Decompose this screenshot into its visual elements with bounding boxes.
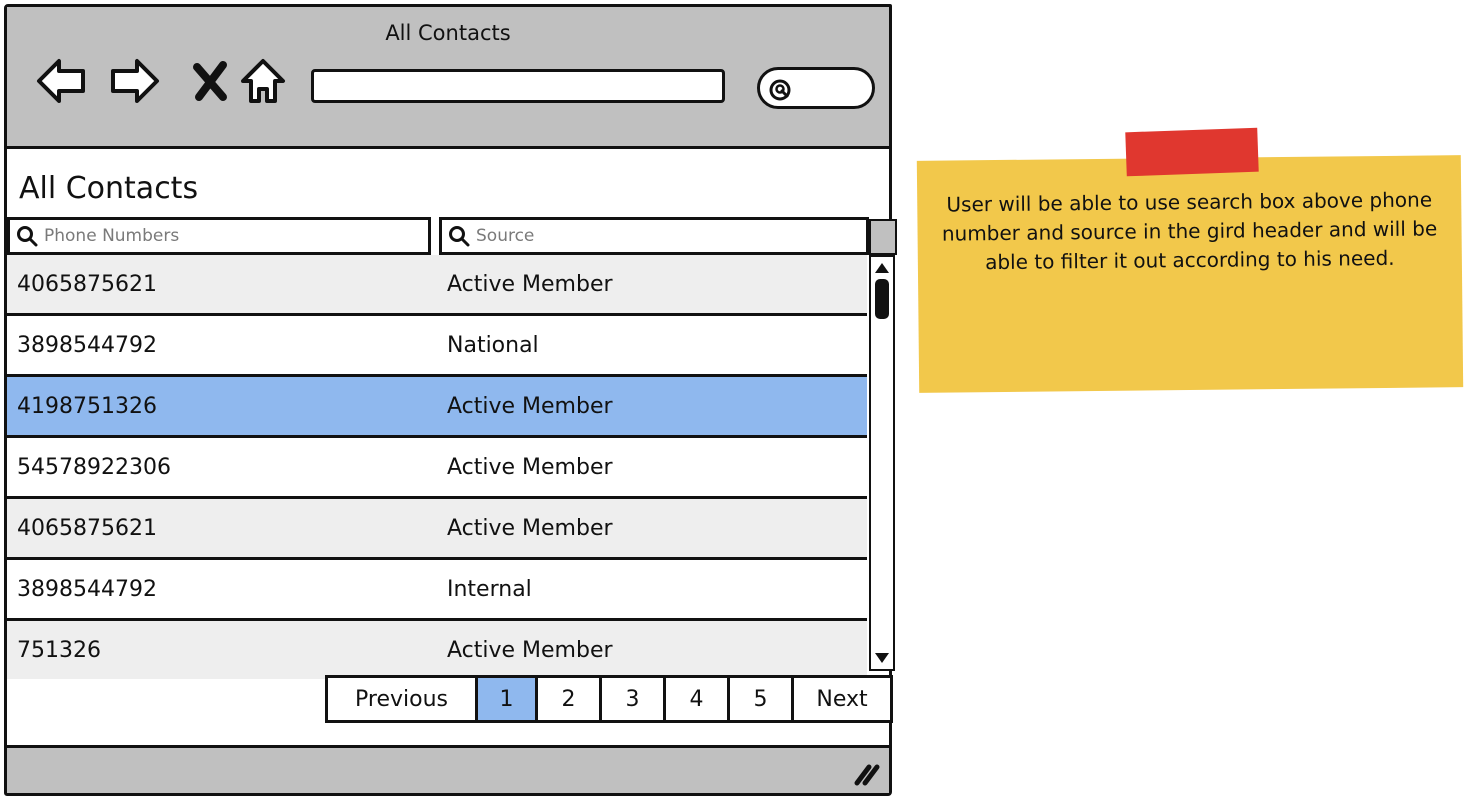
source-cell: Active Member: [447, 454, 613, 480]
table-row[interactable]: 751326 Active Member: [7, 621, 867, 679]
page-button-1[interactable]: 1: [478, 678, 538, 720]
next-page-button[interactable]: Next: [794, 678, 890, 720]
grid-scrollbar[interactable]: [869, 255, 895, 671]
page-button-5[interactable]: 5: [730, 678, 794, 720]
previous-page-button[interactable]: Previous: [328, 678, 478, 720]
grid-rows: 4065875621 Active Member 3898544792 Nati…: [7, 255, 867, 679]
tape-strip: [1125, 127, 1259, 177]
browser-toolbar: All Contacts: [7, 7, 889, 149]
source-cell: Active Member: [447, 515, 613, 541]
pagination: Previous 1 2 3 4 5 Next: [325, 675, 893, 723]
table-row[interactable]: 54578922306 Active Member: [7, 438, 867, 499]
table-row[interactable]: 3898544792 Internal: [7, 560, 867, 621]
close-icon[interactable]: [183, 53, 239, 109]
phone-filter-placeholder: Phone Numbers: [44, 226, 180, 246]
source-cell: Active Member: [447, 637, 613, 663]
scroll-thumb[interactable]: [875, 279, 889, 319]
search-icon: [769, 79, 791, 101]
page-button-2[interactable]: 2: [538, 678, 602, 720]
table-row[interactable]: 4065875621 Active Member: [7, 499, 867, 560]
search-icon: [17, 226, 38, 247]
page-button-3[interactable]: 3: [602, 678, 666, 720]
phone-cell: 4198751326: [17, 393, 157, 419]
phone-cell: 54578922306: [17, 454, 171, 480]
source-cell: Active Member: [447, 271, 613, 297]
source-filter-input[interactable]: Source: [439, 217, 869, 255]
sticky-note-text: User will be able to use search box abov…: [941, 187, 1438, 275]
source-filter-placeholder: Source: [476, 226, 535, 246]
page-title: All Contacts: [19, 171, 199, 206]
phone-filter-input[interactable]: Phone Numbers: [7, 217, 431, 255]
arrow-right-icon[interactable]: [107, 53, 163, 109]
grid-header-corner: [869, 219, 897, 255]
arrow-left-icon[interactable]: [33, 53, 89, 109]
sticky-note: User will be able to use search box abov…: [916, 155, 1464, 393]
source-cell: Active Member: [447, 393, 613, 419]
phone-cell: 3898544792: [17, 576, 157, 602]
phone-cell: 4065875621: [17, 271, 157, 297]
scroll-up-icon[interactable]: [873, 261, 891, 275]
resize-grip-icon[interactable]: [853, 761, 881, 787]
source-cell: Internal: [447, 576, 532, 602]
phone-cell: 3898544792: [17, 332, 157, 358]
status-bar: [7, 745, 889, 793]
scroll-down-icon[interactable]: [873, 651, 891, 665]
contacts-grid: Phone Numbers Source 4065875621 Active M…: [7, 217, 897, 679]
browser-search-button[interactable]: [757, 67, 875, 109]
browser-window: All Contacts All Contacts Phone Numbers …: [4, 4, 897, 796]
table-row[interactable]: 3898544792 National: [7, 316, 867, 377]
address-bar[interactable]: [311, 69, 725, 103]
search-icon: [449, 226, 470, 247]
source-cell: National: [447, 332, 539, 358]
table-row[interactable]: 4065875621 Active Member: [7, 255, 867, 316]
home-icon[interactable]: [235, 53, 291, 109]
phone-cell: 4065875621: [17, 515, 157, 541]
page-button-4[interactable]: 4: [666, 678, 730, 720]
phone-cell: 751326: [17, 637, 101, 663]
window-title: All Contacts: [385, 21, 511, 45]
table-row-selected[interactable]: 4198751326 Active Member: [7, 377, 867, 438]
